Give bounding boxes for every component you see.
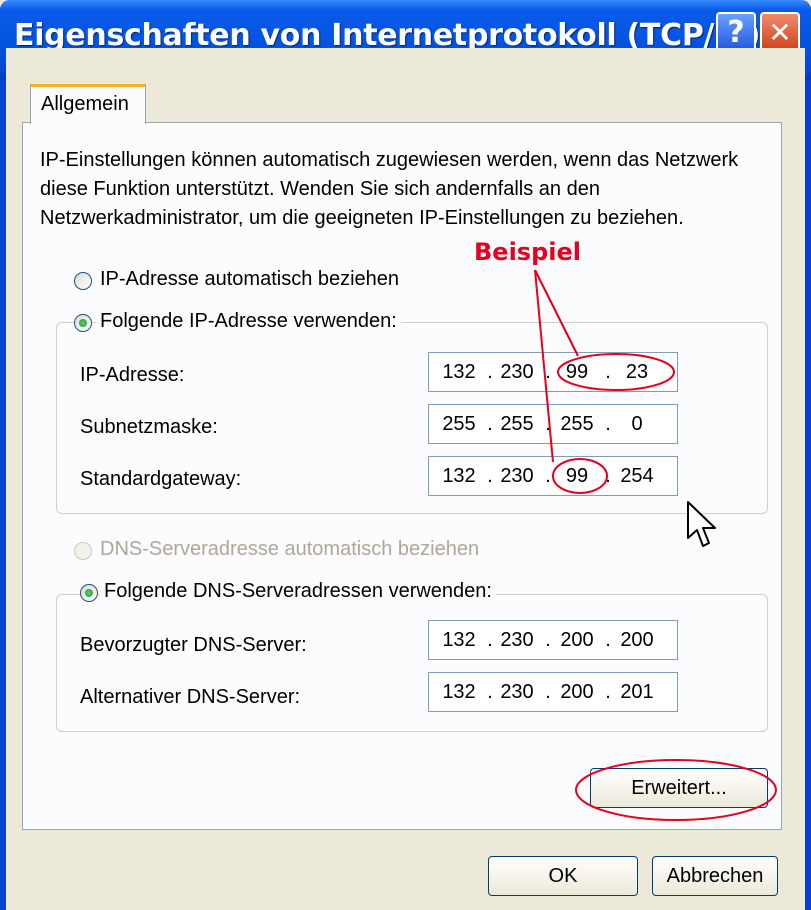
close-icon[interactable]: ✕ — [760, 12, 800, 52]
alternate-dns-field[interactable]: 132 . 230 . 200 . 201 — [428, 672, 678, 712]
ip-octet: 254 — [620, 465, 654, 487]
ip-octet: 200 — [560, 629, 594, 651]
ip-octet: 132 — [442, 465, 476, 487]
cancel-button[interactable]: Abbrechen — [652, 856, 778, 896]
octet-separator: . — [605, 629, 611, 651]
dns-manual-radio[interactable] — [80, 584, 98, 602]
dns-auto-radio[interactable] — [74, 542, 92, 560]
annotation-label: Beispiel — [474, 238, 581, 266]
advanced-button[interactable]: Erweitert... — [590, 768, 768, 808]
ip-octet: 132 — [442, 629, 476, 651]
ip-auto-label[interactable]: IP-Adresse automatisch beziehen — [100, 268, 399, 291]
ip-octet: 99 — [565, 465, 589, 487]
octet-separator: . — [545, 413, 551, 435]
octet-separator: . — [545, 361, 551, 383]
ip-manual-label[interactable]: Folgende IP-Adresse verwenden: — [96, 310, 401, 333]
ip-octet: 0 — [631, 413, 643, 435]
ip-octet: 230 — [500, 681, 534, 703]
ip-octet: 230 — [500, 465, 534, 487]
ip-octet: 200 — [620, 629, 654, 651]
octet-separator: . — [605, 465, 611, 487]
ip-octet: 255 — [560, 413, 594, 435]
ok-button[interactable]: OK — [488, 856, 638, 896]
preferred-dns-field[interactable]: 132 . 230 . 200 . 200 — [428, 620, 678, 660]
default-gateway-field[interactable]: 132 . 230 . 99 . 254 — [428, 456, 678, 496]
help-icon[interactable]: ? — [716, 12, 756, 52]
tab-general[interactable]: Allgemein — [30, 84, 146, 124]
ip-octet: 201 — [620, 681, 654, 703]
dns-auto-label[interactable]: DNS-Serveradresse automatisch beziehen — [100, 538, 479, 561]
octet-separator: . — [605, 413, 611, 435]
ip-octet: 230 — [500, 629, 534, 651]
octet-separator: . — [605, 361, 611, 383]
ip-address-field[interactable]: 132 . 230 . 99 . 23 — [428, 352, 678, 392]
octet-separator: . — [545, 465, 551, 487]
description-text: IP-Einstellungen können automatisch zuge… — [40, 149, 739, 229]
ip-octet: 23 — [625, 361, 649, 383]
default-gateway-label: Standardgateway: — [80, 468, 242, 490]
preferred-dns-label: Bevorzugter DNS-Server: — [80, 634, 307, 656]
dns-manual-label[interactable]: Folgende DNS-Serveradressen verwenden: — [100, 580, 496, 603]
mouse-cursor-icon — [687, 501, 716, 547]
ip-address-label: IP-Adresse: — [80, 364, 185, 386]
ip-octet: 132 — [442, 361, 476, 383]
ip-auto-radio[interactable] — [74, 272, 92, 290]
alternate-dns-label: Alternativer DNS-Server: — [80, 686, 301, 708]
octet-separator: . — [545, 681, 551, 703]
ip-octet: 99 — [565, 361, 589, 383]
ip-octet: 255 — [442, 413, 476, 435]
octet-separator: . — [545, 629, 551, 651]
ip-octet: 132 — [442, 681, 476, 703]
ip-manual-radio[interactable] — [74, 314, 92, 332]
ip-octet: 255 — [500, 413, 534, 435]
octet-separator: . — [605, 681, 611, 703]
subnet-mask-label: Subnetzmaske: — [80, 416, 218, 438]
subnet-mask-field[interactable]: 255 . 255 . 255 . 0 — [428, 404, 678, 444]
ip-octet: 200 — [560, 681, 594, 703]
ip-octet: 230 — [500, 361, 534, 383]
